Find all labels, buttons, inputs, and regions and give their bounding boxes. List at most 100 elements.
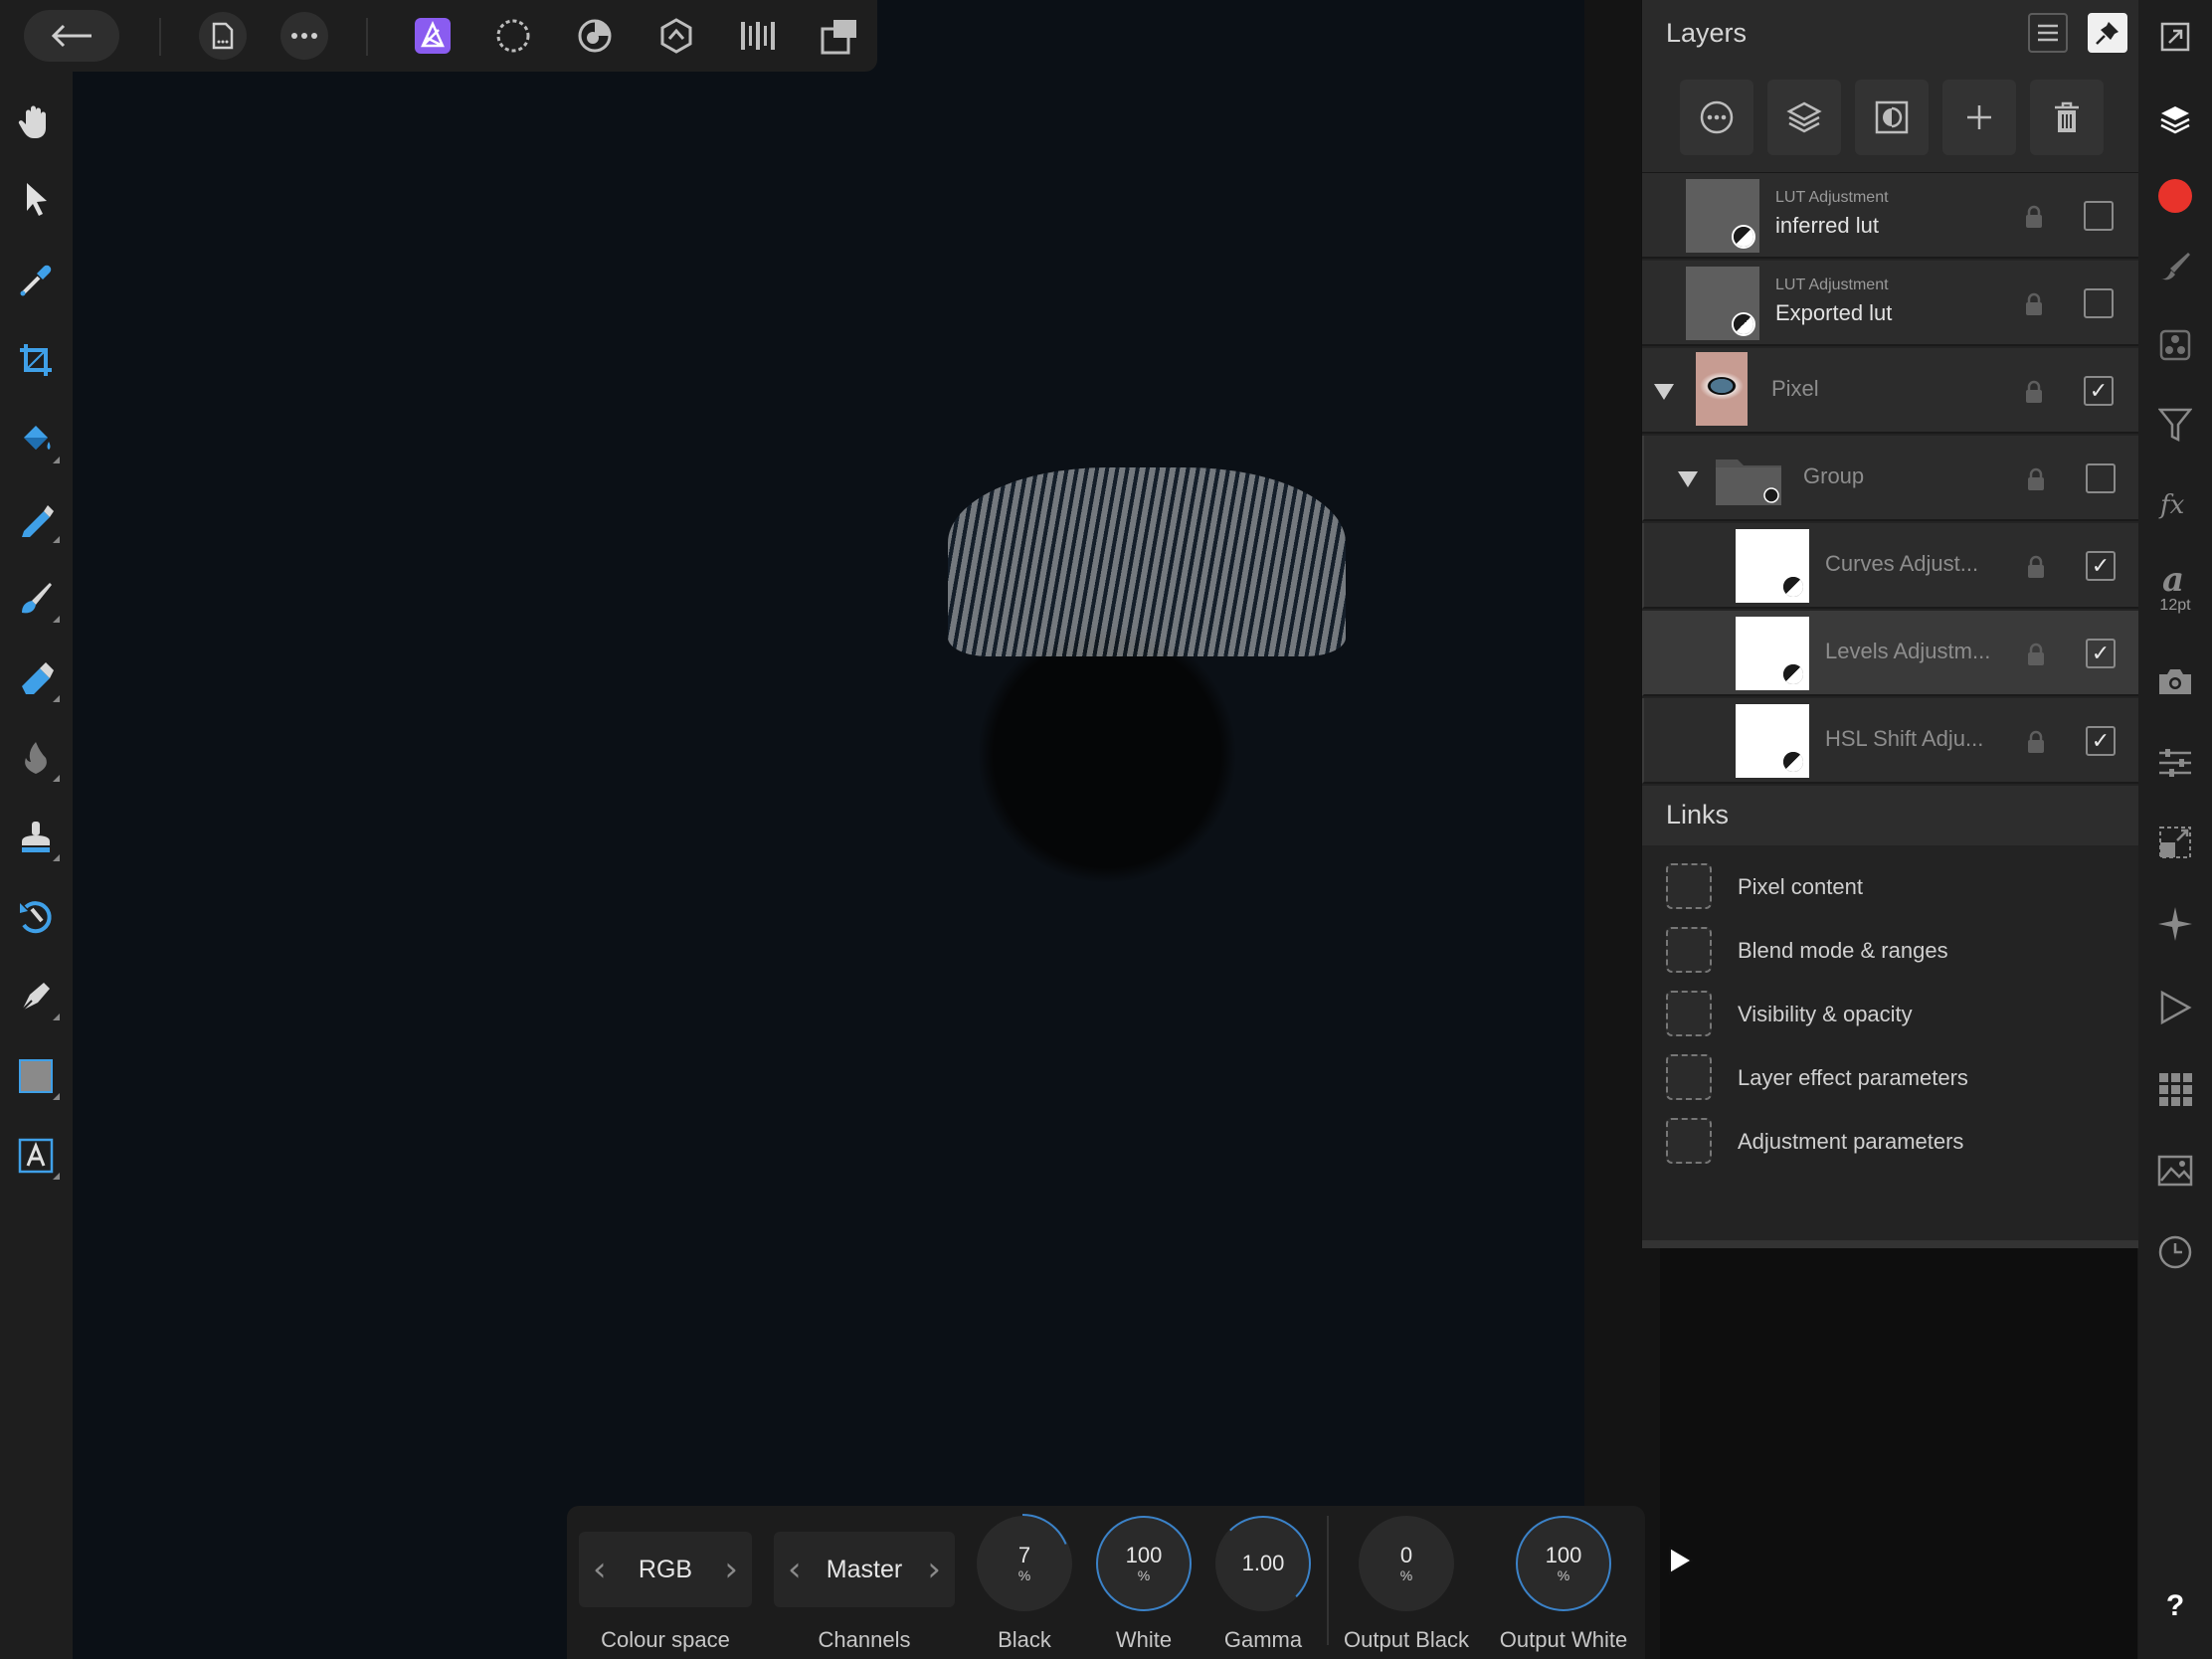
text-tool[interactable]	[10, 1126, 62, 1186]
rectangle-tool[interactable]	[10, 1046, 62, 1106]
adjustments-studio-button[interactable]	[2146, 314, 2204, 376]
colour-studio-button[interactable]	[2146, 165, 2204, 227]
channels-studio-button[interactable]	[2146, 1058, 2204, 1120]
layer-row-inferred-lut[interactable]: LUT Adjustment inferred lut	[1642, 173, 2139, 259]
colour-space-label: Colour space	[601, 1627, 730, 1652]
eye-photo[interactable]	[73, 0, 1584, 1659]
link-checkbox[interactable]	[1666, 991, 1712, 1036]
undo-brush-tool[interactable]	[10, 887, 62, 947]
lock-icon[interactable]	[2026, 555, 2046, 579]
brushes-studio-button[interactable]	[2146, 235, 2204, 296]
visibility-checkbox[interactable]	[2086, 463, 2116, 493]
text-styles-studio-button[interactable]: a 12pt	[2146, 557, 2204, 619]
add-layer-button[interactable]	[1942, 80, 2016, 155]
link-blend-mode[interactable]: Blend mode & ranges	[1642, 921, 2139, 981]
move-tool[interactable]	[10, 169, 62, 229]
crop-icon	[20, 344, 52, 376]
link-checkbox[interactable]	[1666, 863, 1712, 909]
channels-stepper[interactable]: ‹ Master ›	[774, 1532, 955, 1607]
colour-picker-tool[interactable]	[10, 251, 62, 310]
layer-row-curves[interactable]: Curves Adjust... ✓	[1642, 523, 2139, 609]
visibility-checkbox[interactable]	[2084, 201, 2114, 231]
link-checkbox[interactable]	[1666, 927, 1712, 973]
output-black-dial[interactable]: 0 %	[1359, 1516, 1454, 1611]
pin-panel-button[interactable]	[2088, 13, 2127, 53]
colour-space-stepper[interactable]: ‹ RGB ›	[579, 1532, 752, 1607]
visibility-checkbox[interactable]	[2084, 288, 2114, 318]
layer-row-group[interactable]: Group	[1642, 436, 2139, 521]
snapshots-studio-button[interactable]	[2146, 1140, 2204, 1201]
pen-tool[interactable]	[10, 967, 62, 1026]
link-label: Pixel content	[1738, 874, 1863, 899]
arrange-button[interactable]	[814, 10, 865, 62]
selection-brush-tool[interactable]	[10, 489, 62, 549]
output-white-dial[interactable]: 100 %	[1516, 1516, 1611, 1611]
back-button[interactable]	[24, 10, 119, 62]
lock-icon[interactable]	[2026, 467, 2046, 491]
document-button[interactable]	[199, 12, 247, 60]
link-adjustment-parameters[interactable]: Adjustment parameters	[1642, 1112, 2139, 1172]
link-pixel-content[interactable]: Pixel content	[1642, 857, 2139, 917]
layer-options-button[interactable]	[1680, 80, 1753, 155]
flood-fill-tool[interactable]	[10, 410, 62, 469]
help-button[interactable]: ?	[2146, 1575, 2204, 1637]
layer-row-pixel[interactable]: Pixel ✓	[1642, 348, 2139, 434]
black-dial[interactable]: 7 %	[977, 1514, 1072, 1611]
effects-studio-button[interactable]: fx	[2146, 473, 2204, 535]
view-tool[interactable]	[10, 92, 62, 151]
link-checkbox[interactable]	[1666, 1118, 1712, 1164]
link-checkbox[interactable]	[1666, 1054, 1712, 1100]
navigator-studio-button[interactable]	[2146, 893, 2204, 955]
visibility-checkbox[interactable]: ✓	[2086, 726, 2116, 756]
play-icon[interactable]	[1666, 1545, 1696, 1576]
macro-studio-button[interactable]	[2146, 977, 2204, 1038]
lock-icon[interactable]	[2024, 292, 2044, 316]
dodge-burn-tool[interactable]	[10, 728, 62, 788]
mask-layer-button[interactable]	[1855, 80, 1929, 155]
export-persona-button[interactable]	[732, 10, 784, 62]
disclosure-triangle-icon[interactable]	[1654, 384, 1674, 400]
panel-resize-edge[interactable]	[1642, 1240, 2139, 1248]
lock-icon[interactable]	[2026, 730, 2046, 754]
tone-mapping-persona-button[interactable]	[650, 10, 702, 62]
chevron-right-icon[interactable]: ›	[927, 1553, 941, 1586]
history-sliders-button[interactable]	[2146, 732, 2204, 794]
stock-studio-button[interactable]	[2146, 650, 2204, 712]
visibility-checkbox[interactable]: ✓	[2084, 376, 2114, 406]
transform-icon	[2159, 827, 2191, 858]
liquify-persona-button[interactable]	[487, 10, 539, 62]
layer-row-exported-lut[interactable]: LUT Adjustment Exported lut	[1642, 261, 2139, 346]
visibility-checkbox[interactable]: ✓	[2086, 551, 2116, 581]
develop-persona-button[interactable]	[569, 10, 621, 62]
photo-persona-button[interactable]	[407, 10, 459, 62]
crop-tool[interactable]	[10, 330, 62, 390]
layer-row-levels[interactable]: Levels Adjustm... ✓	[1642, 611, 2139, 696]
fx-icon: fx	[2158, 490, 2185, 519]
fullscreen-button[interactable]	[2146, 6, 2204, 68]
link-layer-effects[interactable]: Layer effect parameters	[1642, 1048, 2139, 1108]
chevron-right-icon[interactable]: ›	[724, 1553, 738, 1586]
more-options-button[interactable]	[280, 12, 328, 60]
lock-icon[interactable]	[2024, 205, 2044, 229]
chevron-left-icon[interactable]: ‹	[593, 1553, 607, 1586]
filters-studio-button[interactable]	[2146, 394, 2204, 456]
chevron-left-icon[interactable]: ‹	[788, 1553, 802, 1586]
paint-brush-tool[interactable]	[10, 569, 62, 629]
layer-stack-button[interactable]	[1767, 80, 1841, 155]
clone-tool[interactable]	[10, 808, 62, 867]
link-visibility-opacity[interactable]: Visibility & opacity	[1642, 985, 2139, 1044]
panel-menu-button[interactable]	[2028, 13, 2068, 53]
gamma-dial[interactable]: 1.00	[1215, 1516, 1311, 1611]
layer-row-hsl-shift[interactable]: HSL Shift Adju... ✓	[1642, 698, 2139, 784]
erase-brush-tool[interactable]	[10, 648, 62, 708]
visibility-checkbox[interactable]: ✓	[2086, 639, 2116, 668]
history-studio-button[interactable]	[2146, 1221, 2204, 1283]
text-style-icon: a	[2162, 561, 2184, 595]
layers-studio-button[interactable]	[2146, 90, 2204, 151]
lock-icon[interactable]	[2026, 643, 2046, 666]
white-dial[interactable]: 100 %	[1096, 1516, 1192, 1611]
disclosure-triangle-icon[interactable]	[1678, 471, 1698, 487]
delete-layer-button[interactable]	[2030, 80, 2104, 155]
transform-studio-button[interactable]	[2146, 812, 2204, 873]
lock-icon[interactable]	[2024, 380, 2044, 404]
